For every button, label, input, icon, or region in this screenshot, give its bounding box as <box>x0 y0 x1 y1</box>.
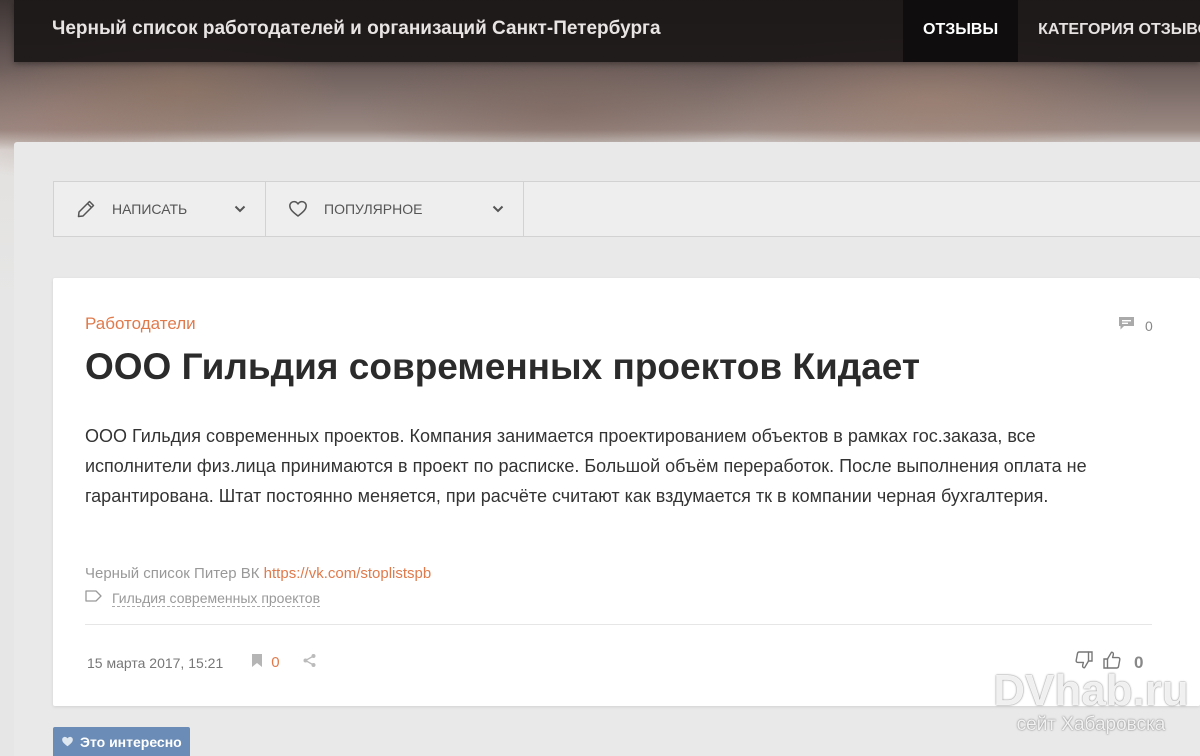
post-meta: 15 марта 2017, 15:21 0 <box>87 652 317 673</box>
thumbs-down-icon[interactable] <box>1074 650 1094 675</box>
main-nav: ОТЗЫВЫ КАТЕГОРИЯ ОТЗЫВОВ <box>903 0 1200 62</box>
bookmarks-count: 0 <box>271 654 280 671</box>
comments-counter[interactable]: 0 <box>1118 316 1153 336</box>
content-area: НАПИСАТЬ ПОПУЛЯРНОЕ Работодатели 0 ООО Г… <box>14 142 1200 756</box>
bookmark-button[interactable]: 0 <box>251 652 280 673</box>
write-menu-label: НАПИСАТЬ <box>112 201 188 217</box>
post-date: 15 марта 2017, 15:21 <box>87 654 224 671</box>
tag-icon <box>85 589 102 607</box>
source-link[interactable]: https://vk.com/stoplistspb <box>264 565 432 582</box>
chevron-down-icon <box>233 202 247 216</box>
comment-icon <box>1118 316 1135 336</box>
popular-menu-label: ПОПУЛЯРНОЕ <box>324 201 423 217</box>
top-navbar: Черный список работодателей и организаци… <box>14 0 1200 62</box>
bookmark-icon <box>251 652 263 673</box>
interesting-tab[interactable]: Это интересно <box>53 727 190 756</box>
post-category-link[interactable]: Работодатели <box>85 314 196 334</box>
popular-menu-button[interactable]: ПОПУЛЯРНОЕ <box>266 182 524 236</box>
post-body: ООО Гильдия современных проектов. Компан… <box>85 426 1087 506</box>
vote-controls: 0 <box>1074 650 1143 675</box>
tag-link[interactable]: Гильдия современных проектов <box>112 590 321 607</box>
write-menu-button[interactable]: НАПИСАТЬ <box>54 182 266 236</box>
source-prefix: Черный список Питер ВК <box>85 565 260 582</box>
comments-count: 0 <box>1145 318 1153 334</box>
interesting-label: Это интересно <box>80 733 182 750</box>
site-title[interactable]: Черный список работодателей и организаци… <box>52 18 661 40</box>
post-tags: Гильдия современных проектов <box>85 589 321 607</box>
share-icon[interactable] <box>302 653 317 673</box>
nav-tab-reviews[interactable]: ОТЗЫВЫ <box>903 0 1019 62</box>
post-rating: 0 <box>1134 652 1144 672</box>
post-title[interactable]: ООО Гильдия современных проектов Кидает <box>85 346 920 388</box>
divider <box>85 624 1152 625</box>
heart-icon <box>61 734 74 750</box>
thumbs-up-icon[interactable] <box>1102 650 1122 675</box>
post-toolbar: НАПИСАТЬ ПОПУЛЯРНОЕ <box>53 181 1200 237</box>
pencil-icon <box>76 199 96 219</box>
post-card: Работодатели 0 ООО Гильдия современных п… <box>53 278 1200 706</box>
heart-icon <box>288 199 308 219</box>
chevron-down-icon <box>491 202 505 216</box>
nav-tab-review-categories[interactable]: КАТЕГОРИЯ ОТЗЫВОВ <box>1018 0 1200 62</box>
post-source: Черный список Питер ВК https://vk.com/st… <box>85 565 431 582</box>
